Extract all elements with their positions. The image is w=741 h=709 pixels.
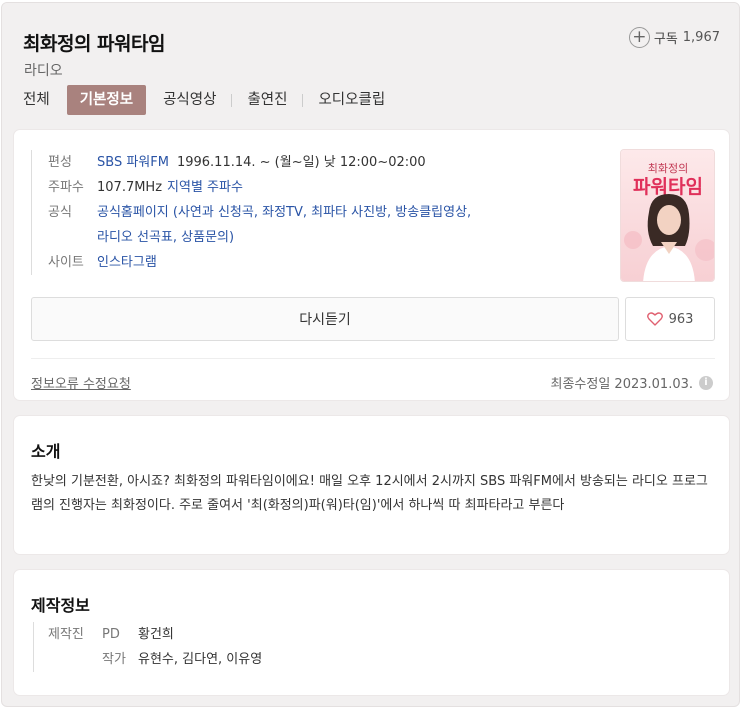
intro-card: 소개 한낮의 기분전환, 아시죠? 최화정의 파워타임이에요! 매일 오후 12… (13, 415, 730, 555)
page-container: 최화정의 파워타임 라디오 + 구독 1,967 전체 기본정보 공식영상 출연… (1, 2, 740, 707)
official-homepage-link[interactable]: 공식홈페이지 (사연과 신청곡, 좌정TV, 최파타 사진방, 방송클립영상, (97, 205, 471, 220)
production-table: 제작진 PD 황건희 작가 유현수, 김다연, 이유영 (33, 622, 262, 672)
subscribe-label: 구독 (653, 32, 678, 47)
tab-divider (302, 93, 304, 107)
official-homepage-link-cont[interactable]: 라디오 선곡표, 상품문의) (97, 230, 234, 245)
tab-official-video[interactable]: 공식영상 (163, 85, 216, 115)
info-icon[interactable]: i (699, 375, 713, 390)
like-button[interactable]: 963 (625, 297, 715, 341)
program-poster[interactable]: 최화정의 파워타임 (620, 149, 715, 282)
info-table: 편성 SBS 파워FM 1996.11.14. ~ (월~일) 낮 12:00~0… (31, 150, 471, 275)
info-row-site: 사이트 인스타그램 (48, 250, 471, 275)
tab-basic-info[interactable]: 기본정보 (66, 85, 147, 115)
staff-label: 제작진 (48, 627, 84, 642)
last-updated: 최종수정일 2023.01.03. i (550, 373, 713, 392)
heart-icon (646, 312, 663, 326)
writer-role: 작가 (102, 652, 126, 667)
tab-audio-clip[interactable]: 오디오클립 (318, 85, 385, 115)
info-card: 편성 SBS 파워FM 1996.11.14. ~ (월~일) 낮 12:00~0… (13, 129, 730, 401)
plus-circle-icon: + (628, 27, 650, 48)
page-title: 최화정의 파워타임 (23, 33, 165, 55)
pd-name: 황건희 (138, 627, 174, 642)
production-row-writer: 작가 유현수, 김다연, 이유영 (48, 647, 262, 672)
intro-title: 소개 (31, 442, 61, 461)
production-card: 제작정보 제작진 PD 황건희 작가 유현수, 김다연, 이유영 (13, 569, 730, 696)
broadcast-label: 편성 (48, 155, 72, 170)
frequency-value: 107.7MHz (97, 180, 163, 195)
header: 최화정의 파워타임 라디오 + 구독 1,967 전체 기본정보 공식영상 출연… (2, 3, 739, 121)
frequency-label: 주파수 (48, 180, 84, 195)
like-count: 963 (668, 311, 694, 327)
last-updated-text: 최종수정일 2023.01.03. (550, 377, 694, 392)
poster-title-line1: 최화정의 (648, 162, 688, 175)
replay-button[interactable]: 다시듣기 (31, 297, 619, 341)
official-label: 공식 (48, 205, 72, 220)
tab-all[interactable]: 전체 (23, 85, 50, 115)
tab-bar: 전체 기본정보 공식영상 출연진 오디오클립 (23, 85, 385, 115)
subscribe-count: 1,967 (682, 30, 720, 45)
info-row-broadcast: 편성 SBS 파워FM 1996.11.14. ~ (월~일) 낮 12:00~0… (48, 150, 471, 175)
poster-image: 최화정의 파워타임 (621, 150, 714, 281)
broadcast-channel-link[interactable]: SBS 파워FM (97, 155, 169, 170)
tab-cast[interactable]: 출연진 (247, 85, 287, 115)
pd-role: PD (102, 627, 120, 642)
divider (31, 358, 715, 359)
instagram-link[interactable]: 인스타그램 (97, 255, 157, 270)
writer-names: 유현수, 김다연, 이유영 (138, 652, 263, 667)
info-row-official: 공식 공식홈페이지 (사연과 신청곡, 좌정TV, 최파타 사진방, 방송클립영… (48, 200, 471, 250)
subscribe-button[interactable]: + 구독 1,967 (628, 27, 720, 48)
production-row-pd: 제작진 PD 황건희 (48, 622, 262, 647)
tab-divider (231, 93, 233, 107)
site-label: 사이트 (48, 255, 84, 270)
frequency-region-link[interactable]: 지역별 주파수 (167, 180, 243, 195)
intro-text: 한낮의 기분전환, 아시죠? 최화정의 파워타임이에요! 매일 오후 12시에서… (31, 474, 708, 513)
info-row-frequency: 주파수 107.7MHz 지역별 주파수 (48, 175, 471, 200)
report-error-link[interactable]: 정보오류 수정요청 (31, 373, 131, 392)
production-title: 제작정보 (31, 596, 90, 615)
page-subtitle: 라디오 (24, 63, 63, 79)
broadcast-schedule: 1996.11.14. ~ (월~일) 낮 12:00~02:00 (176, 155, 426, 170)
